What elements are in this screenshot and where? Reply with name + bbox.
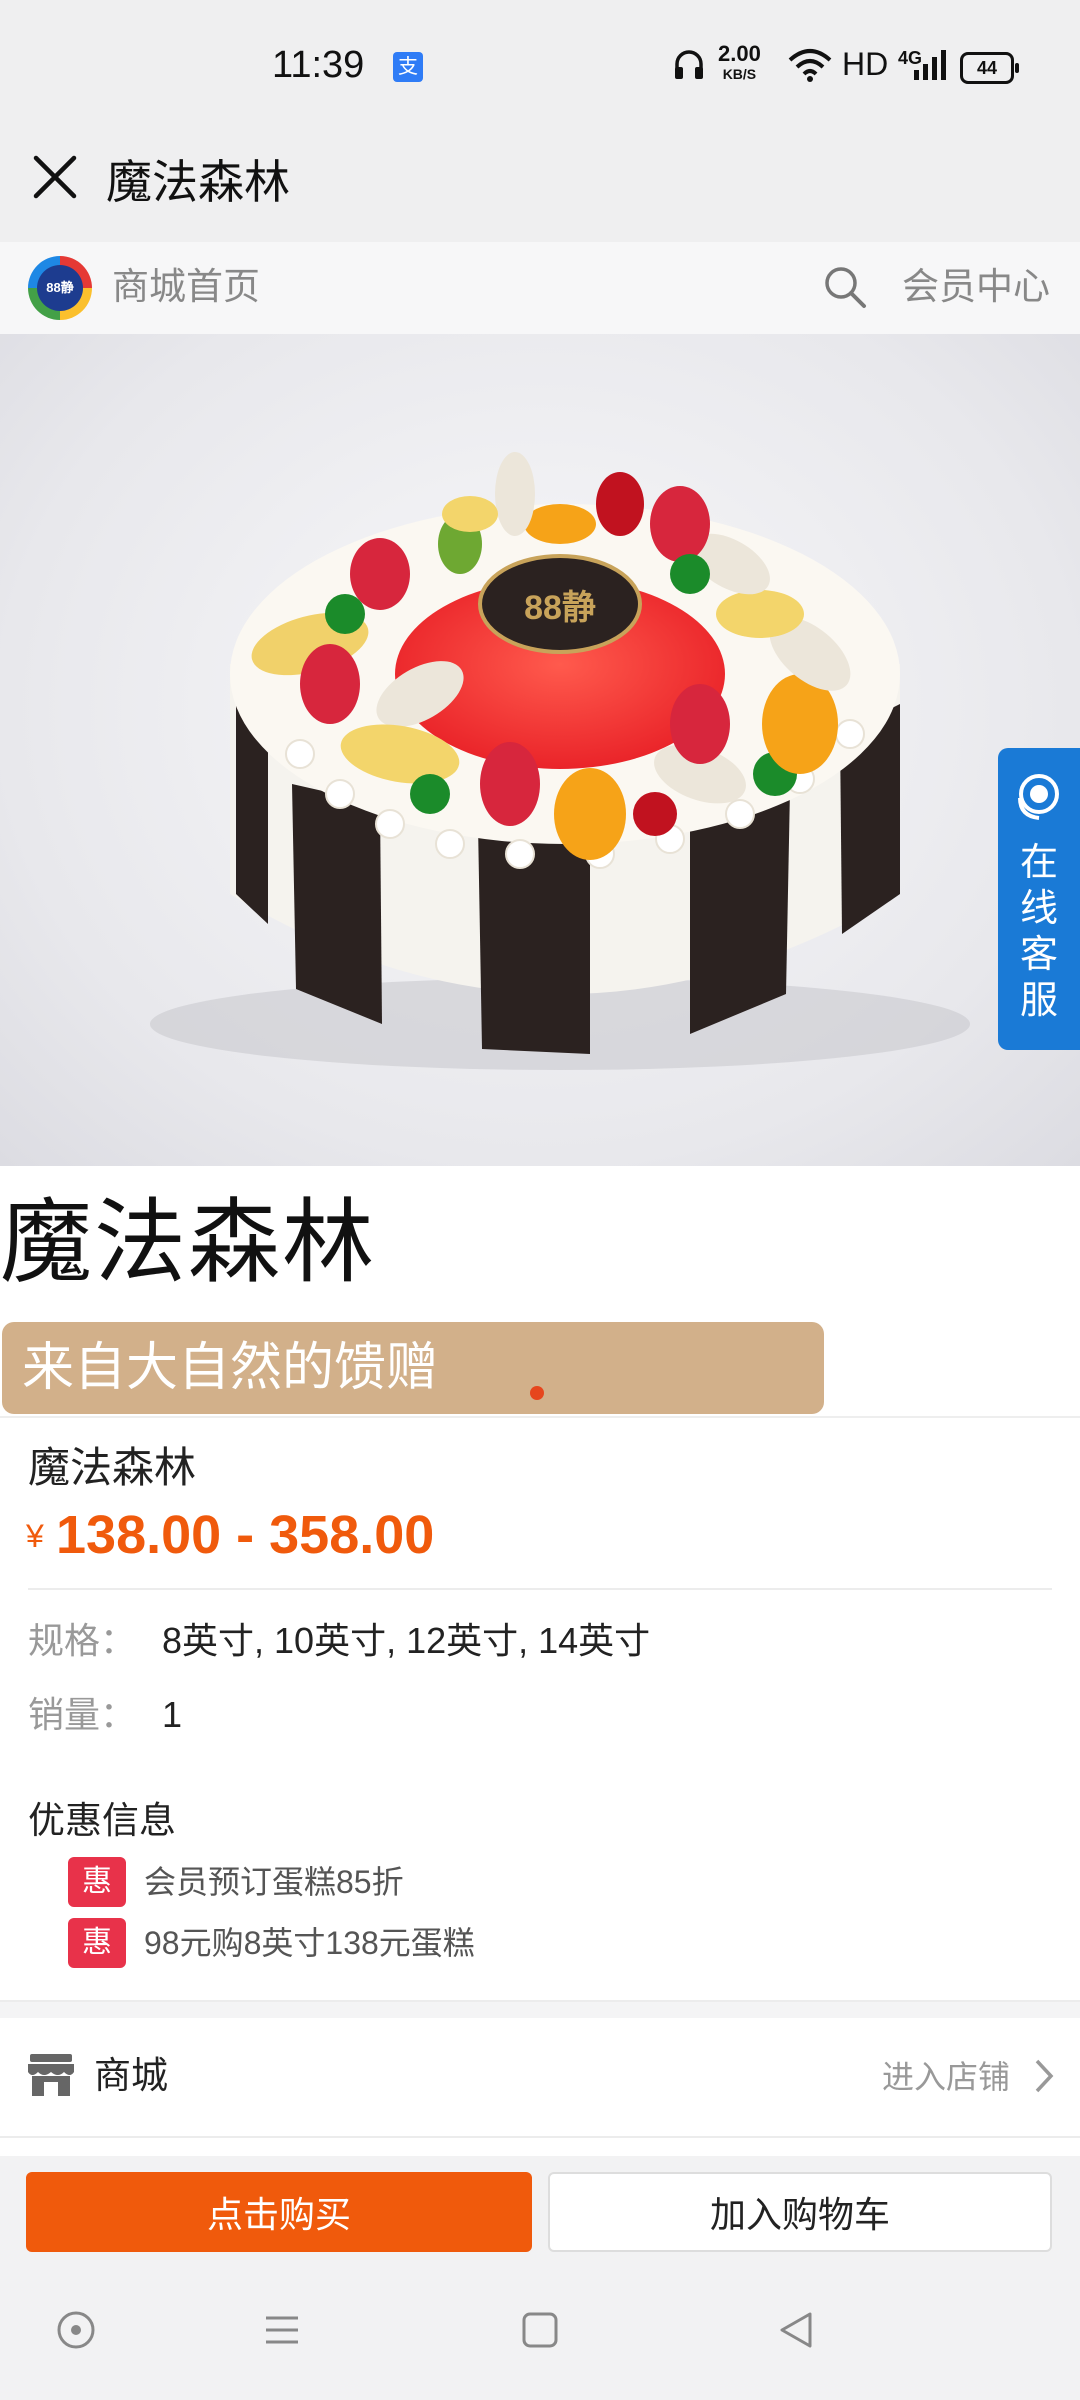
customer-service-char: 线 (1019, 888, 1058, 930)
slogan-banner: 来自大自然的馈赠 (2, 1322, 824, 1414)
store-row[interactable]: 商城 进入店铺 (0, 2018, 1080, 2138)
customer-service-icon (1018, 774, 1059, 820)
status-bar: 11:39 支 2.00 KB/S HD 4G 44 (0, 0, 1080, 132)
network-speed-value: 2.00 (718, 41, 761, 66)
headphones-icon (675, 50, 703, 79)
close-icon[interactable] (30, 152, 80, 202)
carousel-indicator (530, 1386, 544, 1400)
customer-service-char: 客 (1019, 934, 1058, 976)
spec-value: 8英寸, 10英寸, 12英寸, 14英寸 (162, 1620, 651, 1661)
title-bar: 魔法森林 (0, 132, 1080, 242)
shop-logo[interactable]: 88静 (28, 256, 92, 320)
promo-item: 会员预订蛋糕85折 (144, 1864, 404, 1900)
bottom-bar: 点击购买 加入购物车 (0, 2156, 1080, 2400)
cake-image: 88静 (150, 452, 970, 1070)
promo-tag: 惠 (68, 1918, 126, 1968)
customer-service-char: 服 (1019, 980, 1058, 1022)
home-nav-icon[interactable] (518, 2308, 562, 2352)
back-nav-icon[interactable] (774, 2308, 818, 2352)
customer-service-char: 在 (1019, 842, 1058, 884)
section-divider (0, 2000, 1080, 2018)
sales-value: 1 (162, 1694, 183, 1735)
divider (28, 1588, 1052, 1590)
member-center-link[interactable]: 会员中心 (902, 262, 1050, 312)
product-name: 魔法森林 (28, 1444, 197, 1491)
signal-icon (914, 50, 946, 80)
slogan-text: 来自大自然的馈赠 (22, 1339, 439, 1397)
network-speed: 2.00 KB/S (718, 41, 761, 84)
battery-icon: 44 (960, 52, 1019, 84)
customer-service-label: 在 线 客 服 (998, 840, 1080, 1024)
spec-label: 规格： (28, 1620, 137, 1661)
promo-tag: 惠 (68, 1857, 126, 1907)
network-speed-unit: KB/S (722, 66, 757, 82)
cake-plaque-text: 88静 (524, 589, 596, 627)
product-big-title: 魔法森林 (0, 1192, 377, 1294)
shop-home-link[interactable]: 商城首页 (112, 262, 260, 312)
price-currency: ¥ (26, 1518, 44, 1554)
shop-logo-text: 88静 (37, 265, 83, 311)
promotions-title: 优惠信息 (28, 1800, 176, 1841)
status-time: 11:39 (272, 44, 365, 86)
store-icon (28, 2054, 74, 2096)
menu-nav-icon[interactable] (260, 2308, 304, 2352)
shop-nav: 88静 商城首页 会员中心 (0, 242, 1080, 334)
hd-indicator: HD (842, 46, 889, 82)
product-price: 138.00 - 358.00 (56, 1505, 435, 1565)
assistant-nav-icon[interactable] (54, 2308, 98, 2352)
alipay-notification-icon: 支 (393, 52, 423, 82)
product-image[interactable]: 88静 (0, 334, 1080, 1166)
online-customer-service-button[interactable]: 在 线 客 服 (998, 748, 1080, 1050)
store-label: 商城 (94, 2055, 168, 2096)
divider (0, 1416, 1080, 1418)
add-to-cart-button[interactable]: 加入购物车 (548, 2172, 1052, 2252)
promo-item: 98元购8英寸138元蛋糕 (144, 1925, 475, 1961)
chevron-right-icon[interactable] (1034, 2058, 1054, 2094)
wifi-icon (788, 49, 832, 82)
page-title: 魔法森林 (106, 156, 290, 208)
sales-label: 销量： (28, 1694, 137, 1735)
enter-store-link[interactable]: 进入店铺 (882, 2052, 1010, 2102)
buy-now-button[interactable]: 点击购买 (26, 2172, 532, 2252)
search-icon[interactable] (822, 264, 868, 310)
